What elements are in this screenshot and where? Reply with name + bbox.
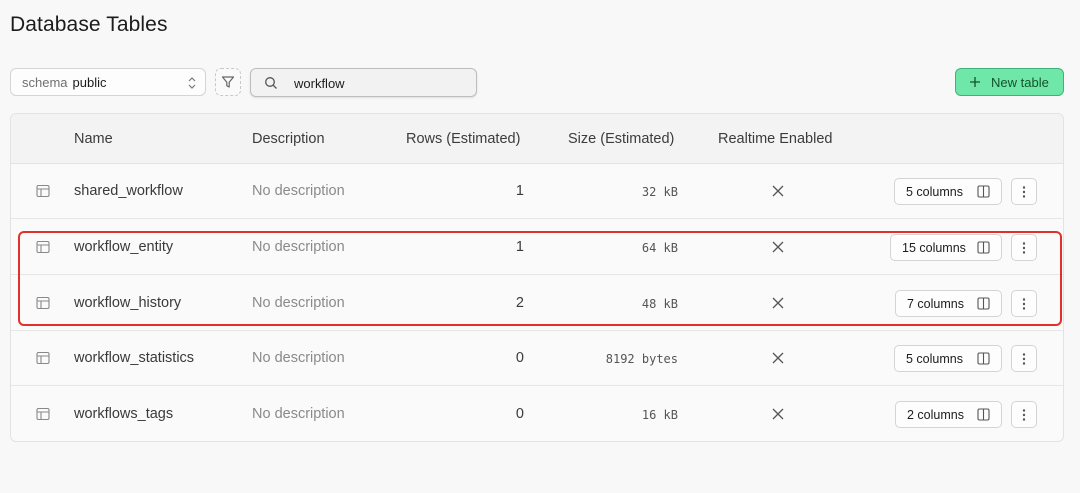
more-vertical-icon [1022, 241, 1026, 254]
table-size-estimate: 48 kB [641, 297, 678, 311]
table-name: shared_workflow [74, 183, 183, 199]
table-row[interactable]: workflow_entity No description 1 64 kB 1… [11, 220, 1063, 275]
table-description: No description [252, 406, 345, 422]
new-table-label: New table [991, 74, 1049, 90]
search-box[interactable] [250, 68, 477, 97]
more-vertical-icon [1022, 297, 1026, 310]
search-icon [265, 77, 277, 89]
header-description: Description [252, 131, 325, 147]
x-icon [772, 408, 784, 420]
columns-count: 5 columns [906, 351, 963, 366]
table-rows-estimate: 2 [515, 295, 524, 311]
columns-icon [977, 352, 990, 365]
x-icon [772, 241, 784, 253]
table-row[interactable]: shared_workflow No description 1 32 kB 5… [11, 164, 1063, 219]
columns-count: 7 columns [907, 296, 964, 311]
columns-button[interactable]: 15 columns [890, 234, 1002, 261]
table-size-estimate: 64 kB [641, 241, 678, 255]
schema-label: schema [22, 74, 68, 90]
table-description: No description [252, 350, 345, 366]
table-size-estimate: 8192 bytes [605, 352, 678, 366]
table-name: workflow_statistics [74, 350, 195, 366]
header-realtime: Realtime Enabled [718, 131, 833, 147]
columns-button[interactable]: 5 columns [894, 345, 1002, 372]
columns-count: 15 columns [902, 240, 966, 255]
table-row[interactable]: workflow_statistics No description 0 819… [11, 331, 1063, 386]
columns-icon [977, 241, 990, 254]
columns-count: 2 columns [907, 407, 964, 422]
row-more-button[interactable] [1011, 178, 1037, 205]
header-size: Size (Estimated) [568, 131, 675, 147]
columns-icon [977, 408, 990, 421]
table-icon [36, 351, 50, 365]
header-rows: Rows (Estimated) [406, 131, 521, 147]
chevron-updown-icon [188, 77, 196, 89]
table-header: Name Description Rows (Estimated) Size (… [11, 114, 1063, 164]
filter-button[interactable] [215, 68, 241, 96]
table-name: workflow_history [74, 295, 182, 311]
table-name: workflow_entity [74, 239, 174, 255]
table-icon [36, 296, 50, 310]
table-size-estimate: 32 kB [641, 185, 678, 199]
table-rows-estimate: 0 [515, 406, 524, 422]
table-description: No description [252, 183, 345, 199]
columns-icon [977, 297, 990, 310]
table-rows-estimate: 1 [515, 239, 524, 255]
header-name: Name [74, 131, 113, 147]
table-rows-estimate: 0 [515, 350, 524, 366]
columns-count: 5 columns [906, 184, 963, 199]
more-vertical-icon [1022, 185, 1026, 198]
plus-icon [970, 77, 980, 87]
table-icon [36, 240, 50, 254]
row-more-button[interactable] [1011, 234, 1037, 261]
table-icon [36, 407, 50, 421]
more-vertical-icon [1022, 408, 1026, 421]
table-rows-estimate: 1 [515, 183, 524, 199]
row-more-button[interactable] [1011, 401, 1037, 428]
schema-value: public [72, 74, 107, 90]
columns-button[interactable]: 2 columns [895, 401, 1002, 428]
tables-grid: Name Description Rows (Estimated) Size (… [10, 113, 1064, 442]
x-icon [772, 297, 784, 309]
schema-select[interactable]: schema public [10, 68, 206, 96]
columns-button[interactable]: 5 columns [894, 178, 1002, 205]
table-description: No description [252, 239, 345, 255]
table-row[interactable]: workflows_tags No description 0 16 kB 2 … [11, 387, 1063, 441]
row-more-button[interactable] [1011, 345, 1037, 372]
page-title: Database Tables [10, 13, 168, 36]
x-icon [772, 352, 784, 364]
more-vertical-icon [1022, 352, 1026, 365]
row-more-button[interactable] [1011, 290, 1037, 317]
columns-button[interactable]: 7 columns [895, 290, 1002, 317]
table-row[interactable]: workflow_history No description 2 48 kB … [11, 276, 1063, 331]
x-icon [772, 185, 784, 197]
filter-icon [221, 76, 235, 88]
search-input[interactable] [294, 73, 469, 93]
columns-icon [977, 185, 990, 198]
table-icon [36, 184, 50, 198]
table-size-estimate: 16 kB [641, 408, 678, 422]
table-name: workflows_tags [74, 406, 174, 422]
table-description: No description [252, 295, 345, 311]
new-table-button[interactable]: New table [955, 68, 1064, 96]
